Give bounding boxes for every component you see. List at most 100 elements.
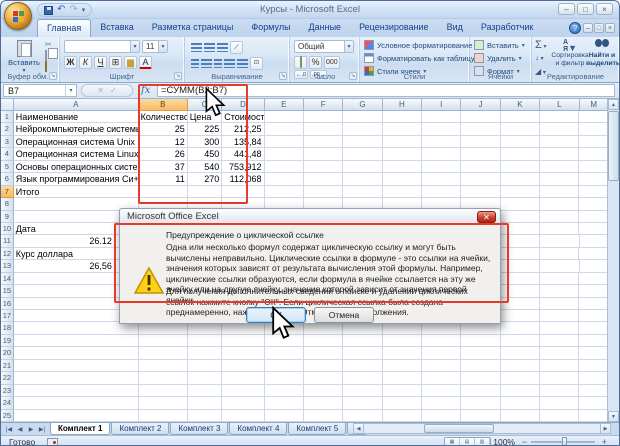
cell-F20[interactable]: [304, 347, 343, 359]
cell-E21[interactable]: [265, 360, 304, 372]
cell-H24[interactable]: [383, 397, 422, 409]
cell-L17[interactable]: [540, 310, 579, 322]
cell-E5[interactable]: [265, 161, 304, 173]
cell-M17[interactable]: [579, 310, 609, 322]
cell-K3[interactable]: [501, 136, 540, 148]
cell-J3[interactable]: [461, 136, 500, 148]
scroll-up-icon[interactable]: ▲: [608, 99, 619, 110]
cell-B22[interactable]: [139, 372, 188, 384]
cell-K1[interactable]: [501, 111, 540, 123]
cell-L22[interactable]: [540, 372, 579, 384]
macro-record-icon[interactable]: [47, 438, 58, 446]
cell-B21[interactable]: [139, 360, 188, 372]
cell-G23[interactable]: [343, 385, 382, 397]
cell-L23[interactable]: [540, 385, 579, 397]
cell-G25[interactable]: [343, 410, 382, 422]
conditional-formatting-button[interactable]: Условное форматирование▾: [364, 39, 478, 51]
cell-H6[interactable]: [383, 173, 422, 185]
find-select-button[interactable]: Найти и выделить: [586, 39, 618, 67]
sheet-tab-Комплект 1[interactable]: Комплект 1: [50, 423, 110, 435]
merge-center-icon[interactable]: ⊡: [250, 57, 263, 70]
dialog-close-icon[interactable]: ✕: [477, 211, 496, 223]
cell-H22[interactable]: [383, 372, 422, 384]
cell-M24[interactable]: [579, 397, 609, 409]
cell-D19[interactable]: [222, 335, 264, 347]
row-header-15[interactable]: 15: [1, 285, 14, 297]
cell-G24[interactable]: [343, 397, 382, 409]
cell-D21[interactable]: [222, 360, 264, 372]
tab-Разработчик[interactable]: Разработчик: [472, 19, 542, 37]
zoom-in-icon[interactable]: +: [602, 437, 607, 446]
col-header-G[interactable]: G: [343, 99, 382, 111]
cell-J19[interactable]: [461, 335, 500, 347]
close-button[interactable]: ×: [596, 3, 613, 15]
cell-K24[interactable]: [501, 397, 540, 409]
cell-F4[interactable]: [304, 148, 343, 160]
tab-Разметка страницы[interactable]: Разметка страницы: [143, 19, 243, 37]
cell-K5[interactable]: [501, 161, 540, 173]
comma-style-button[interactable]: 000: [324, 56, 340, 69]
align-middle-icon[interactable]: [204, 43, 215, 52]
cell-A5[interactable]: Основы операционных систем: [14, 161, 139, 173]
cell-L18[interactable]: [540, 322, 579, 334]
cell-L4[interactable]: [540, 148, 579, 160]
cell-F19[interactable]: [304, 335, 343, 347]
cell-A7[interactable]: Итого: [14, 186, 139, 198]
row-header-24[interactable]: 24: [1, 397, 14, 409]
tab-Формулы[interactable]: Формулы: [242, 19, 299, 37]
cell-L5[interactable]: [540, 161, 579, 173]
cell-H21[interactable]: [383, 360, 422, 372]
cell-I1[interactable]: [422, 111, 461, 123]
cell-J7[interactable]: [461, 186, 500, 198]
cell-I21[interactable]: [422, 360, 461, 372]
cell-K2[interactable]: [501, 123, 540, 135]
row-header-1[interactable]: 1: [1, 111, 14, 123]
cell-K4[interactable]: [501, 148, 540, 160]
font-name-select[interactable]: ▾: [64, 40, 140, 53]
cell-K18[interactable]: [501, 322, 540, 334]
format-painter-icon[interactable]: [45, 62, 56, 71]
row-header-2[interactable]: 2: [1, 123, 14, 135]
cell-L19[interactable]: [540, 335, 579, 347]
tab-Вставка[interactable]: Вставка: [91, 19, 142, 37]
row-header-11[interactable]: 11: [1, 235, 14, 247]
cell-L25[interactable]: [540, 410, 579, 422]
increase-indent-icon[interactable]: [237, 59, 248, 68]
cell-D18[interactable]: [222, 322, 264, 334]
name-box-dropdown-icon[interactable]: ▾: [65, 85, 76, 96]
cell-C20[interactable]: [188, 347, 222, 359]
cell-G2[interactable]: [343, 123, 382, 135]
cell-K21[interactable]: [501, 360, 540, 372]
book-close-button[interactable]: ×: [605, 23, 615, 33]
cell-G21[interactable]: [343, 360, 382, 372]
cell-C19[interactable]: [188, 335, 222, 347]
cell-L21[interactable]: [540, 360, 579, 372]
cell-G6[interactable]: [343, 173, 382, 185]
sheet-tab-Комплект 5[interactable]: Комплект 5: [288, 423, 346, 435]
orientation-icon[interactable]: ⟋: [230, 41, 243, 54]
sheet-tab-Комплект 2[interactable]: Комплект 2: [111, 423, 169, 435]
sort-filter-button[interactable]: АЯ▼ Сортировка и фильтр: [550, 39, 590, 67]
cell-K17[interactable]: [501, 310, 540, 322]
cell-A25[interactable]: [14, 410, 139, 422]
cell-A18[interactable]: [14, 322, 139, 334]
cell-L8[interactable]: [540, 198, 579, 210]
cell-E6[interactable]: [265, 173, 304, 185]
cell-A4[interactable]: Операционная система Linux: [14, 148, 139, 160]
cell-M5[interactable]: [579, 161, 609, 173]
cell-E24[interactable]: [265, 397, 304, 409]
cell-L11[interactable]: [540, 235, 579, 247]
cell-E23[interactable]: [265, 385, 304, 397]
align-left-icon[interactable]: [191, 59, 199, 68]
cell-K7[interactable]: [501, 186, 540, 198]
cell-L6[interactable]: [540, 173, 579, 185]
cell-M1[interactable]: [579, 111, 609, 123]
cell-A21[interactable]: [14, 360, 139, 372]
cell-F3[interactable]: [304, 136, 343, 148]
cell-B23[interactable]: [139, 385, 188, 397]
scroll-right-icon[interactable]: ▶: [600, 423, 611, 434]
font-dialog-launcher-icon[interactable]: ↘: [174, 72, 182, 80]
cell-L12[interactable]: [540, 248, 579, 260]
tab-Главная[interactable]: Главная: [37, 19, 91, 37]
cell-L16[interactable]: [540, 298, 579, 310]
